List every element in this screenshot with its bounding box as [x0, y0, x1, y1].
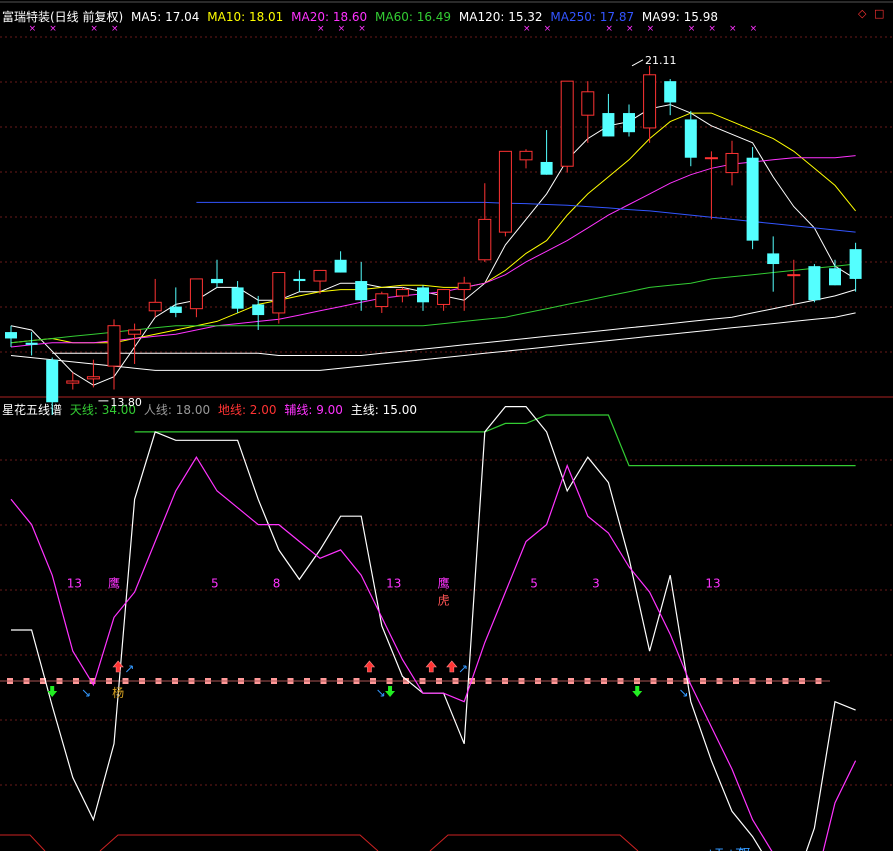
indicator-label: 虎 — [438, 593, 450, 607]
candle-body-up — [478, 218, 492, 261]
candle-body-down — [849, 249, 862, 279]
candle-body-down — [252, 304, 265, 316]
indicator-label: 鹰 — [108, 576, 120, 591]
candle-body-down — [169, 306, 182, 313]
trend-arrow-icon — [82, 689, 90, 697]
bottom-band — [429, 834, 639, 851]
signal-marker: × — [708, 24, 716, 34]
candle-body-up — [498, 150, 512, 233]
candle-body-up — [189, 278, 203, 310]
indicator-label: 13 — [386, 577, 401, 591]
trend-arrow-icon — [459, 665, 467, 673]
candle-body-up — [66, 380, 80, 384]
signal-marker: × — [750, 24, 758, 34]
ma-line-ma20 — [10, 155, 856, 348]
indicator-label: 5 — [530, 577, 538, 591]
candle-body-up — [581, 91, 595, 116]
candle-body-up — [519, 150, 533, 161]
candle-body-down — [417, 287, 429, 303]
signal-marker: × — [647, 24, 655, 34]
buy-arrow-icon — [425, 660, 437, 673]
candle-body-down — [540, 161, 553, 175]
indicator-label: +T — [705, 846, 723, 851]
bottom-band — [0, 834, 46, 851]
signal-marker: × — [90, 24, 98, 34]
signal-marker: × — [626, 24, 634, 34]
candle-body-up — [643, 74, 657, 129]
indicator-label: 鹰 — [438, 576, 450, 591]
candle-body-down — [5, 332, 17, 339]
indicator-label: 13 — [705, 577, 720, 591]
candle-body-down — [211, 278, 223, 284]
signal-marker: × — [29, 24, 37, 34]
bottom-band — [99, 834, 379, 851]
signal-marker: × — [544, 24, 552, 34]
sell-arrow-icon — [47, 686, 58, 697]
buy-arrow-icon — [363, 660, 376, 673]
candle-body-down — [623, 113, 635, 133]
candle-body-up — [128, 329, 142, 335]
ma-line-ma5 — [10, 104, 856, 386]
trend-arrow-icon — [377, 689, 385, 697]
indicator-label: 5 — [211, 577, 219, 591]
signal-marker: × — [338, 24, 346, 34]
trend-arrow-icon — [680, 689, 687, 697]
candle-body-up — [107, 325, 121, 367]
candle-body-down — [767, 253, 780, 265]
buy-arrow-icon — [446, 660, 458, 673]
candle-body-up — [437, 289, 451, 305]
ma-line-ma120 — [10, 312, 856, 371]
signal-marker: × — [49, 24, 57, 34]
candle-body-down — [746, 157, 759, 241]
candle-body-down — [334, 259, 347, 273]
indicator-label: 8 — [273, 577, 281, 591]
signal-marker: × — [358, 24, 366, 34]
indicator-label: 杨 — [112, 685, 124, 700]
signal-marker: × — [111, 24, 119, 34]
buy-arrow-icon — [112, 660, 124, 673]
candle-body-up — [457, 282, 471, 291]
indicator-line-天线 — [134, 414, 856, 467]
candle-body-up — [725, 152, 739, 174]
candle-body-down — [46, 359, 59, 403]
candle-body-down — [355, 281, 368, 301]
high-price-label: 21.11 — [645, 54, 677, 67]
indicator-label: 饵 — [738, 846, 750, 851]
candle-body-down — [231, 287, 244, 309]
candle-body-up — [787, 274, 801, 277]
candle-body-down — [293, 278, 306, 282]
sell-arrow-icon — [632, 686, 643, 697]
candle-body-down — [602, 113, 615, 137]
candle-body-down — [808, 266, 821, 301]
indicator-line-辅线 — [10, 456, 857, 851]
low-price-label: 13.80 — [110, 396, 141, 409]
signal-marker: × — [729, 24, 737, 34]
candle-body-down — [684, 119, 697, 158]
signal-marker: × — [688, 24, 696, 34]
candle-body-down — [664, 81, 677, 103]
candle-body-up — [148, 301, 162, 312]
candle-body-down — [829, 268, 841, 286]
indicator-label: 13 — [67, 577, 82, 591]
signal-marker: × — [605, 24, 613, 34]
candle-body-up — [313, 269, 327, 282]
candle-body-up — [86, 376, 100, 380]
indicator-line-主线 — [11, 406, 856, 851]
indicator-label: 3 — [592, 577, 600, 591]
signal-marker: × — [317, 24, 325, 34]
candle-body-up — [395, 289, 409, 297]
high-pointer — [631, 59, 644, 67]
ma-line-ma10 — [10, 112, 856, 344]
candle-body-up — [375, 293, 389, 308]
signal-marker: × — [523, 24, 531, 34]
stock-chart[interactable]: 21.1113.80× × × × × × × × × × × × × × × ×13 鹰 5 8 13 鹰虎5 3 13杨… — [0, 0, 893, 851]
candle-body-up — [704, 157, 718, 160]
trend-arrow-icon — [126, 665, 133, 673]
candle-body-up — [560, 80, 574, 167]
candle-body-up — [272, 272, 286, 314]
candle-body-down — [25, 342, 38, 345]
sell-arrow-icon — [385, 686, 396, 697]
